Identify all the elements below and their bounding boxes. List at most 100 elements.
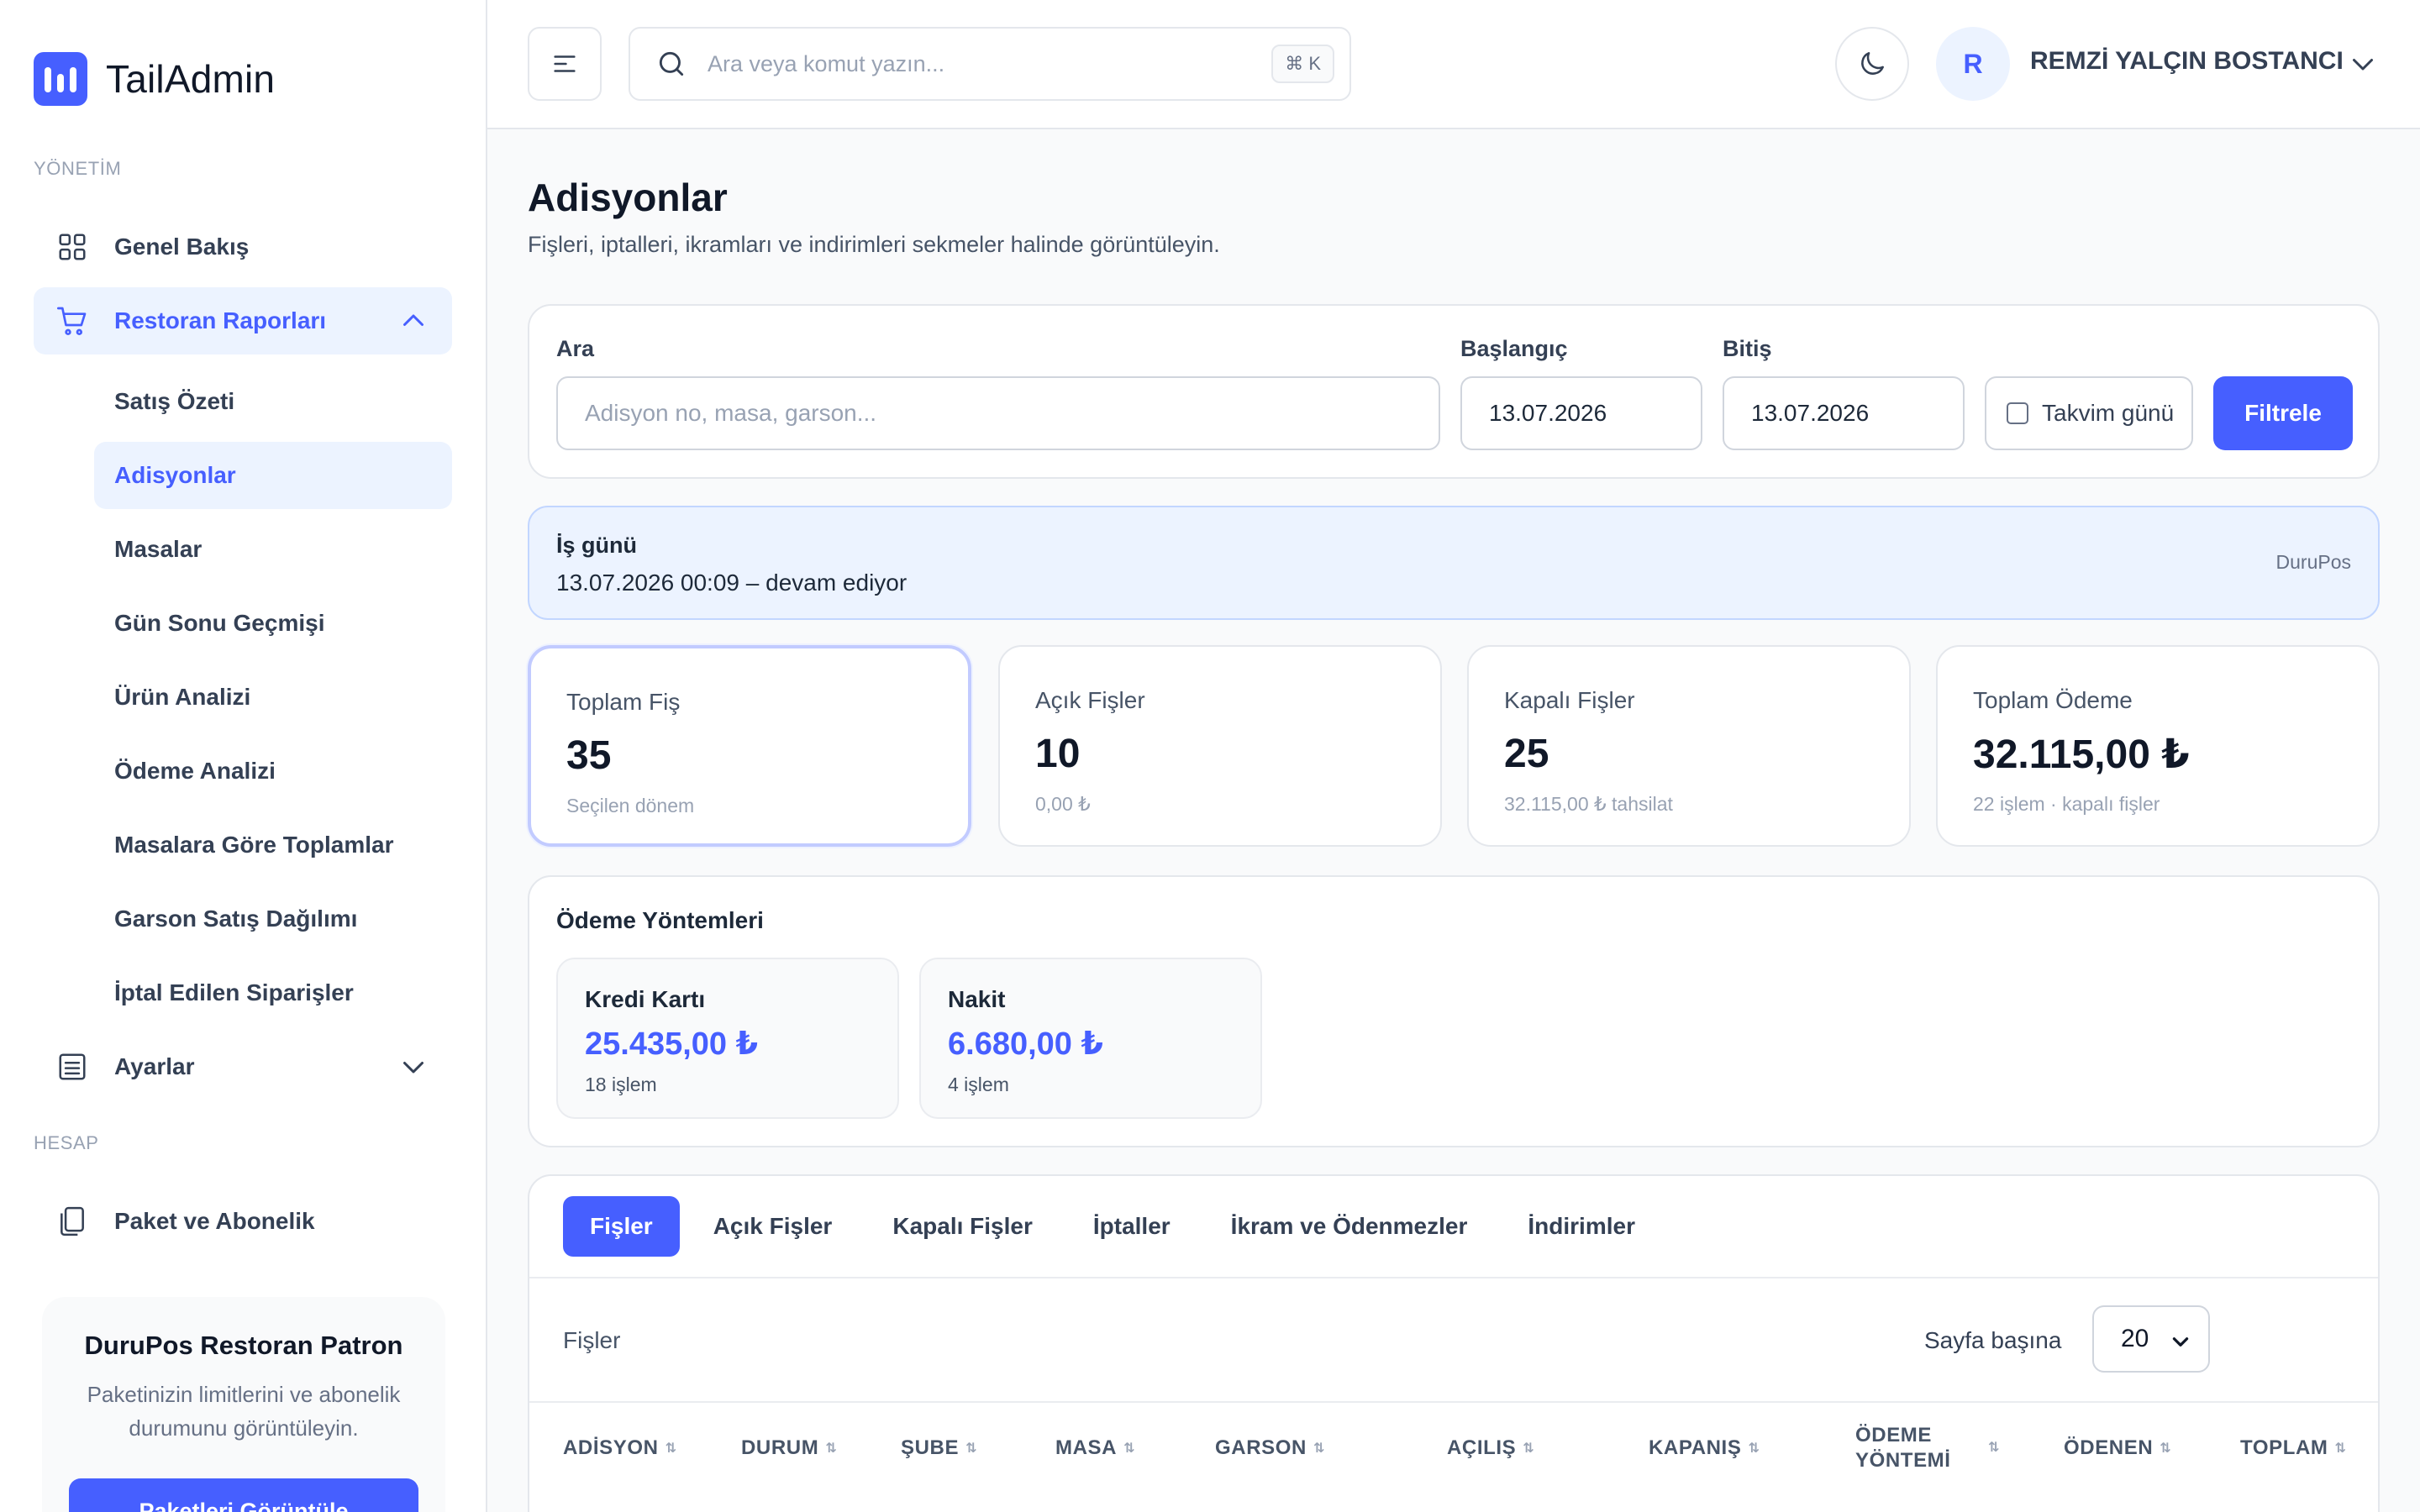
tab-discounts[interactable]: İndirimler <box>1501 1196 1662 1257</box>
column-header-label: ADİSYON <box>563 1436 659 1459</box>
promo-text: Paketinizin limitlerini ve abonelik duru… <box>87 1382 401 1441</box>
theme-toggle-button[interactable] <box>1835 27 1909 101</box>
sidebar-subitem-tables[interactable]: Masalar <box>94 516 452 583</box>
end-date-label: Bitiş <box>1723 336 1772 361</box>
stat-sub: 32.115,00 ₺ tahsilat <box>1504 793 1673 815</box>
sort-icon: ⇅ <box>665 1441 677 1456</box>
sidebar-item-subscription[interactable]: Paket ve Abonelik <box>34 1188 452 1255</box>
sidebar-item-settings[interactable]: Ayarlar <box>34 1033 452 1100</box>
tab-checks[interactable]: Fişler <box>563 1196 680 1257</box>
tab-open-checks[interactable]: Açık Fişler <box>687 1196 860 1257</box>
column-header-label: ÖDENEN <box>2064 1436 2154 1459</box>
global-search[interactable]: Ara veya komut yazın... ⌘ K <box>629 27 1351 101</box>
column-header-check[interactable]: ADİSYON ⇅ <box>563 1436 677 1460</box>
column-header-opened[interactable]: AÇILIŞ ⇅ <box>1447 1436 1534 1460</box>
column-header-total[interactable]: TOPLAM ⇅ <box>2240 1436 2347 1460</box>
sidebar-item-overview[interactable]: Genel Bakış <box>34 213 452 281</box>
column-header-label: ÖDEME YÖNTEMİ <box>1855 1424 1951 1472</box>
column-header-paid[interactable]: ÖDENEN ⇅ <box>2064 1436 2171 1460</box>
cart-icon <box>55 304 89 338</box>
payment-method-cash: Nakit 6.680,00 ₺ 4 işlem <box>919 958 1262 1119</box>
calendar-day-checkbox[interactable] <box>2007 402 2028 424</box>
menu-lines-icon <box>554 55 576 72</box>
sidebar-subitem-end-of-day-history[interactable]: Gün Sonu Geçmişi <box>94 590 452 657</box>
sidebar-subitem-checks[interactable]: Adisyonlar <box>94 442 452 509</box>
payment-methods-title: Ödeme Yöntemleri <box>556 907 764 933</box>
stat-value: 10 <box>1035 732 1081 776</box>
column-header-label: DURUM <box>741 1436 819 1459</box>
check-search-input[interactable]: Adisyon no, masa, garson... <box>556 376 1440 450</box>
start-date-input[interactable]: 13.07.2026 <box>1460 376 1702 450</box>
tab-closed-checks[interactable]: Kapalı Fişler <box>865 1196 1060 1257</box>
copy-icon <box>55 1205 89 1238</box>
stat-sub: 0,00 ₺ <box>1035 793 1091 815</box>
column-header-label: ŞUBE <box>901 1436 960 1459</box>
top-header: Ara veya komut yazın... ⌘ K R REMZİ YALÇ… <box>487 0 2420 129</box>
bar-chart-icon <box>34 52 87 106</box>
promo-card: DuruPos Restoran Patron Paketinizin limi… <box>42 1297 445 1512</box>
stat-closed-checks[interactable]: Kapalı Fişler 25 32.115,00 ₺ tahsilat <box>1467 645 1911 847</box>
tab-complimentary[interactable]: İkram ve Ödenmezler <box>1204 1196 1495 1257</box>
column-header-payment-method[interactable]: ÖDEME YÖNTEMİ ⇅ <box>1855 1423 2007 1473</box>
view-packages-button[interactable]: Paketleri Görüntüle <box>69 1478 418 1512</box>
column-header-label: AÇILIŞ <box>1447 1436 1517 1459</box>
end-date-input[interactable]: 13.07.2026 <box>1723 376 1965 450</box>
per-page-value: 20 <box>2121 1325 2149 1352</box>
section-label-management: YÖNETİM <box>34 158 122 179</box>
stat-label: Toplam Ödeme <box>1973 687 2133 713</box>
payment-method-amount: 6.680,00 ₺ <box>948 1026 1103 1062</box>
tab-cancellations[interactable]: İptaller <box>1066 1196 1197 1257</box>
sort-icon: ⇅ <box>825 1441 838 1456</box>
column-header-status[interactable]: DURUM ⇅ <box>741 1436 837 1460</box>
shortcut-badge: ⌘ K <box>1271 45 1334 83</box>
column-header-waiter[interactable]: GARSON ⇅ <box>1215 1436 1325 1460</box>
filter-button[interactable]: Filtrele <box>2213 376 2353 450</box>
sidebar-subitem-waiter-sales[interactable]: Garson Satış Dağılımı <box>94 885 452 953</box>
stat-value: 35 <box>566 733 612 778</box>
promo-title: DuruPos Restoran Patron <box>84 1331 403 1360</box>
search-input[interactable]: Ara veya komut yazın... <box>708 51 944 77</box>
stat-value: 32.115,00 ₺ <box>1973 732 2190 777</box>
list-title: Fişler <box>563 1327 621 1353</box>
table-header-row: ADİSYON ⇅ DURUM ⇅ ŞUBE ⇅ MASA ⇅ GARSON ⇅ AÇIL… <box>529 1401 2378 1502</box>
start-date-label: Başlangıç <box>1460 336 1568 361</box>
business-day-banner: İş günü 13.07.2026 00:09 – devam ediyor … <box>528 506 2380 620</box>
chevron-down-icon[interactable] <box>2348 49 2378 79</box>
payment-method-credit-card: Kredi Kartı 25.435,00 ₺ 18 işlem <box>556 958 899 1119</box>
sidebar-item-restaurant-reports[interactable]: Restoran Raporları <box>34 287 452 354</box>
calendar-day-toggle[interactable]: Takvim günü <box>1985 376 2193 450</box>
brand-logo[interactable]: TailAdmin <box>34 52 275 106</box>
sidebar-subitem-sales-summary[interactable]: Satış Özeti <box>94 368 452 435</box>
sort-icon: ⇅ <box>1123 1441 1136 1456</box>
brand-name: TailAdmin <box>106 57 276 101</box>
stat-total-payment[interactable]: Toplam Ödeme 32.115,00 ₺ 22 işlem · kapa… <box>1936 645 2380 847</box>
sidebar-subitem-table-totals[interactable]: Masalara Göre Toplamlar <box>94 811 452 879</box>
search-icon <box>659 51 684 76</box>
stat-label: Kapalı Fişler <box>1504 687 1635 713</box>
sidebar-toggle-button[interactable] <box>528 27 602 101</box>
chevron-up-icon <box>403 314 424 326</box>
sort-icon: ⇅ <box>1988 1441 2001 1455</box>
moon-icon <box>1861 52 1884 75</box>
stat-open-checks[interactable]: Açık Fişler 10 0,00 ₺ <box>998 645 1442 847</box>
user-name[interactable]: REMZİ YALÇIN BOSTANCI <box>2030 47 2344 76</box>
column-header-branch[interactable]: ŞUBE ⇅ <box>901 1436 977 1460</box>
sidebar-subitem-cancelled-orders[interactable]: İptal Edilen Siparişler <box>94 959 452 1026</box>
sidebar-subitem-product-analysis[interactable]: Ürün Analizi <box>94 664 452 731</box>
checks-table-card: Fişler Açık Fişler Kapalı Fişler İptalle… <box>528 1174 2380 1512</box>
avatar[interactable]: R <box>1936 27 2010 101</box>
sidebar-item-label: Restoran Raporları <box>114 307 327 333</box>
sidebar-subitem-payment-analysis[interactable]: Ödeme Analizi <box>94 738 452 805</box>
business-day-source: DuruPos <box>2275 551 2351 573</box>
payment-method-name: Kredi Kartı <box>585 986 706 1012</box>
chevron-down-icon <box>2172 1337 2189 1347</box>
column-header-table[interactable]: MASA ⇅ <box>1055 1436 1135 1460</box>
grid-icon <box>55 230 89 264</box>
stat-value: 25 <box>1504 732 1549 776</box>
payment-method-count: 18 işlem <box>585 1074 657 1095</box>
column-header-closed[interactable]: KAPANIŞ ⇅ <box>1649 1436 1760 1460</box>
sort-icon: ⇅ <box>1748 1441 1760 1456</box>
filter-card: Ara Adisyon no, masa, garson... Başlangı… <box>528 304 2380 479</box>
per-page-select[interactable]: 20 <box>2092 1305 2210 1373</box>
stat-total-checks[interactable]: Toplam Fiş 35 Seçilen dönem <box>528 645 971 847</box>
